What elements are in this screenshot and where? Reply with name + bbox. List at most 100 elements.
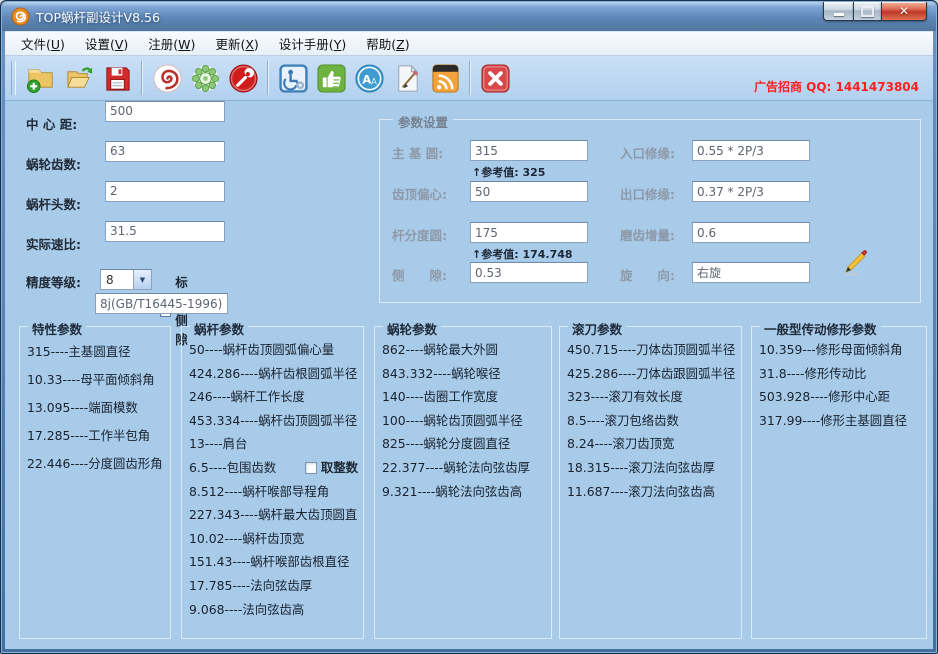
save-icon[interactable] bbox=[100, 61, 134, 95]
toolbar-grip bbox=[11, 61, 16, 95]
menu-item-v[interactable]: 设置(V) bbox=[75, 31, 138, 56]
group-title: 参数设置 bbox=[393, 112, 453, 131]
result-item: 424.286----蜗杆齿根圆弧半径 bbox=[189, 362, 363, 386]
open-file-icon[interactable] bbox=[62, 61, 96, 95]
round-to-integer-label: 取整数 bbox=[321, 456, 358, 480]
accessibility-settings-icon[interactable] bbox=[276, 61, 310, 95]
new-file-icon[interactable] bbox=[24, 61, 58, 95]
addendum-eccentricity-input[interactable] bbox=[470, 181, 588, 202]
result-item: 13.095----端面模数 bbox=[27, 394, 170, 422]
result-item: 503.928----修形中心距 bbox=[759, 385, 926, 409]
menu-item-w[interactable]: 注册(W) bbox=[138, 31, 205, 56]
center-distance-input[interactable] bbox=[105, 101, 225, 122]
edit-pencil-icon[interactable] bbox=[840, 246, 872, 278]
result-item: 10.02----蜗杆齿顶宽 bbox=[189, 527, 363, 551]
wrench-icon[interactable] bbox=[226, 61, 260, 95]
menu-item-u[interactable]: 文件(U) bbox=[11, 31, 75, 56]
hand-direction-input[interactable] bbox=[692, 262, 810, 283]
title-bar[interactable]: TOP蜗杆副设计V8.56 ✕ bbox=[2, 2, 936, 31]
wheel-teeth-count-input[interactable] bbox=[105, 141, 225, 162]
worm-heads-label: 蜗杆头数: bbox=[26, 194, 104, 213]
worm-pitch-circle-label: 杆分度圆: bbox=[392, 225, 447, 244]
close-icon: ✕ bbox=[899, 5, 909, 17]
app-window: TOP蜗杆副设计V8.56 ✕ 文件(U)设置(V)注册(W)更新(X)设计手册… bbox=[0, 0, 938, 654]
result-item: 140----齿圈工作宽度 bbox=[382, 385, 551, 409]
entry-relief-label: 入口修缘: bbox=[620, 143, 675, 162]
precision-standard-field[interactable] bbox=[95, 293, 228, 314]
backlash-input[interactable] bbox=[470, 262, 588, 283]
precision-dropdown[interactable]: 8 ▼ bbox=[100, 269, 152, 290]
main-base-circle-label: 主 基 圆: bbox=[392, 143, 443, 162]
result-item: 453.334----蜗杆齿顶圆弧半径 bbox=[189, 409, 363, 433]
result-item: 323----滚刀有效长度 bbox=[567, 385, 741, 409]
menu-item-z[interactable]: 帮助(Z) bbox=[356, 31, 419, 56]
result-item: 315----主基圆直径 bbox=[27, 338, 170, 366]
result-item: 862----蜗轮最大外圆 bbox=[382, 338, 551, 362]
toolbar-icons: AA bbox=[22, 61, 514, 95]
gear-icon[interactable] bbox=[188, 61, 222, 95]
result-item: 18.315----滚刀法向弦齿厚 bbox=[567, 456, 741, 480]
close-button[interactable]: ✕ bbox=[881, 2, 927, 21]
group-title: 蜗轮参数 bbox=[383, 319, 441, 338]
result-item: 17.285----工作半包角 bbox=[27, 422, 170, 450]
thumbs-up-icon[interactable] bbox=[314, 61, 348, 95]
worm-params-group: 蜗杆参数50----蜗杆齿顶圆弧偏心量424.286----蜗杆齿根圆弧半径24… bbox=[181, 326, 364, 639]
result-item: 9.068----法向弦齿高 bbox=[189, 598, 363, 622]
result-item: 22.446----分度圆齿形角 bbox=[27, 450, 170, 478]
result-item: 11.687----滚刀法向弦齿高 bbox=[567, 480, 741, 504]
main-base-circle-input[interactable] bbox=[470, 140, 588, 161]
result-item: 8.512----蜗杆喉部导程角 bbox=[189, 480, 363, 504]
actual-ratio-label: 实际速比: bbox=[26, 234, 104, 253]
precision-value: 8 bbox=[101, 273, 133, 287]
toolbar-separator bbox=[469, 61, 471, 95]
toolbar-separator bbox=[141, 61, 143, 95]
app-logo-icon bbox=[11, 7, 30, 26]
round-to-integer-checkbox[interactable] bbox=[305, 462, 317, 474]
svg-text:A: A bbox=[362, 72, 371, 86]
exit-relief-input[interactable] bbox=[692, 181, 810, 202]
minimize-button[interactable] bbox=[823, 2, 853, 21]
chevron-down-icon[interactable]: ▼ bbox=[133, 270, 151, 289]
result-item: 246----蜗杆工作长度 bbox=[189, 385, 363, 409]
ad-text: 广告招商 QQ: 1441473804 bbox=[754, 78, 933, 100]
result-item: 17.785----法向弦齿厚 bbox=[189, 574, 363, 598]
result-item: 10.359---修形母面倾斜角 bbox=[759, 338, 926, 362]
result-item: 10.33----母平面倾斜角 bbox=[27, 366, 170, 394]
group-title: 特性参数 bbox=[28, 319, 86, 338]
worm-spiral-icon[interactable] bbox=[150, 61, 184, 95]
grinding-increment-label: 磨齿增量: bbox=[620, 225, 675, 244]
rss-icon[interactable] bbox=[428, 61, 462, 95]
main-panel: 中 心 距:蜗轮齿数:蜗杆头数:实际速比: 精度等级: 8 ▼ ✔ 标准侧隙 参… bbox=[5, 101, 933, 649]
result-item: 31.8----修形传动比 bbox=[759, 362, 926, 386]
result-item: 13----肩台 bbox=[189, 432, 363, 456]
main-base-circle-hint: ↑参考值: 325 bbox=[472, 164, 545, 180]
worm-pitch-circle-input[interactable] bbox=[470, 222, 588, 243]
app-body: 文件(U)设置(V)注册(W)更新(X)设计手册(Y)帮助(Z) AA 广告招商… bbox=[5, 31, 933, 649]
addendum-eccentricity-label: 齿顶偏心: bbox=[392, 184, 447, 203]
hand-direction-label: 旋 向: bbox=[620, 265, 675, 284]
result-item: 450.715----刀体齿顶圆弧半径 bbox=[567, 338, 741, 362]
group-title: 蜗杆参数 bbox=[190, 319, 248, 338]
toolbar-separator bbox=[267, 61, 269, 95]
menu-item-y[interactable]: 设计手册(Y) bbox=[269, 31, 356, 56]
svg-text:A: A bbox=[370, 77, 376, 87]
menu-item-x[interactable]: 更新(X) bbox=[205, 31, 268, 56]
precision-label: 精度等级: bbox=[26, 272, 104, 291]
entry-relief-input[interactable] bbox=[692, 140, 810, 161]
grinding-increment-input[interactable] bbox=[692, 222, 810, 243]
maximize-button[interactable] bbox=[853, 2, 881, 21]
backlash-label: 侧 隙: bbox=[392, 265, 447, 284]
wheel-teeth-count-label: 蜗轮齿数: bbox=[26, 154, 104, 173]
exit-icon[interactable] bbox=[478, 61, 512, 95]
param-settings-group: 参数设置 主 基 圆:↑参考值: 325齿顶偏心:杆分度圆:↑参考值: 174.… bbox=[379, 119, 921, 303]
result-item: 843.332----蜗轮喉径 bbox=[382, 362, 551, 386]
result-item: 100----蜗轮齿顶圆弧半径 bbox=[382, 409, 551, 433]
group-title: 一般型传动修形参数 bbox=[760, 319, 881, 338]
worm-heads-input[interactable] bbox=[105, 181, 225, 202]
result-item: 825----蜗轮分度圆直径 bbox=[382, 432, 551, 456]
wheel-params-group: 蜗轮参数862----蜗轮最大外圆843.332----蜗轮喉径140----齿… bbox=[374, 326, 552, 639]
actual-ratio-input[interactable] bbox=[105, 221, 225, 242]
font-icon[interactable]: AA bbox=[352, 61, 386, 95]
design-doc-icon[interactable] bbox=[390, 61, 424, 95]
modification-params-group: 一般型传动修形参数10.359---修形母面倾斜角31.8----修形传动比50… bbox=[751, 326, 927, 639]
